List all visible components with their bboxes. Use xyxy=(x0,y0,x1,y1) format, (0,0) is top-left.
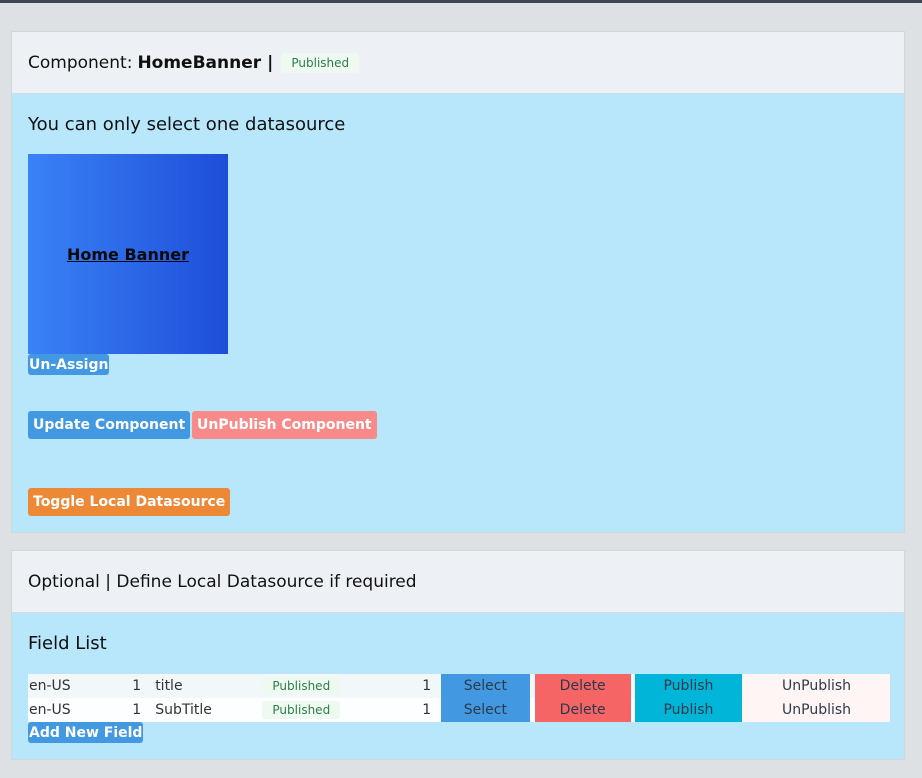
add-new-field-button[interactable]: Add New Field xyxy=(28,722,144,743)
table-row: en-US 1 title Published 1 Select Delete … xyxy=(28,674,890,698)
row-delete-button[interactable]: Delete xyxy=(534,674,631,698)
row-version: 1 xyxy=(132,678,142,694)
row-count: 1 xyxy=(422,678,432,694)
unpublish-component-button[interactable]: UnPublish Component xyxy=(192,411,377,439)
row-select-button[interactable]: Select xyxy=(441,674,530,698)
top-bar xyxy=(0,0,922,3)
row-publish-button[interactable]: Publish xyxy=(634,674,743,698)
status-badge: Published xyxy=(281,52,360,73)
row-locale: en-US xyxy=(29,702,71,718)
row-field-name: title xyxy=(155,678,183,694)
row-version: 1 xyxy=(132,702,142,718)
row-status-badge: Published xyxy=(262,701,341,719)
local-datasource-title: Optional | Define Local Datasource if re… xyxy=(28,571,417,592)
datasource-tile-link[interactable]: Home Banner xyxy=(67,245,189,264)
component-name: HomeBanner xyxy=(137,52,262,73)
row-delete-button[interactable]: Delete xyxy=(534,698,631,722)
local-datasource-card: Optional | Define Local Datasource if re… xyxy=(11,550,905,760)
row-select-button[interactable]: Select xyxy=(441,698,530,722)
local-datasource-header: Optional | Define Local Datasource if re… xyxy=(12,551,904,613)
row-status-cell: Published xyxy=(262,674,347,698)
row-status-badge: Published xyxy=(262,677,341,695)
select-note: You can only select one datasource xyxy=(28,114,346,135)
component-header: Component: HomeBanner | Published xyxy=(12,32,904,94)
header-separator: | xyxy=(267,52,274,73)
component-label: Component: xyxy=(28,52,133,73)
row-field-name: SubTitle xyxy=(155,702,212,718)
row-status-cell: Published xyxy=(262,698,347,722)
row-unpublish-button[interactable]: UnPublish xyxy=(743,674,890,698)
field-list-title: Field List xyxy=(28,633,107,654)
toggle-local-datasource-button[interactable]: Toggle Local Datasource xyxy=(28,488,231,516)
field-list-table: en-US 1 title Published 1 Select Delete … xyxy=(28,674,890,722)
row-count: 1 xyxy=(422,702,432,718)
datasource-tile[interactable]: Home Banner xyxy=(28,154,228,354)
unassign-button[interactable]: Un-Assign xyxy=(28,354,110,375)
row-publish-button[interactable]: Publish xyxy=(634,698,743,722)
row-unpublish-button[interactable]: UnPublish xyxy=(743,698,890,722)
update-component-button[interactable]: Update Component xyxy=(28,411,191,439)
row-locale: en-US xyxy=(29,678,71,694)
component-card: Component: HomeBanner | Published You ca… xyxy=(11,31,905,533)
table-row: en-US 1 SubTitle Published 1 Select Dele… xyxy=(28,698,890,722)
